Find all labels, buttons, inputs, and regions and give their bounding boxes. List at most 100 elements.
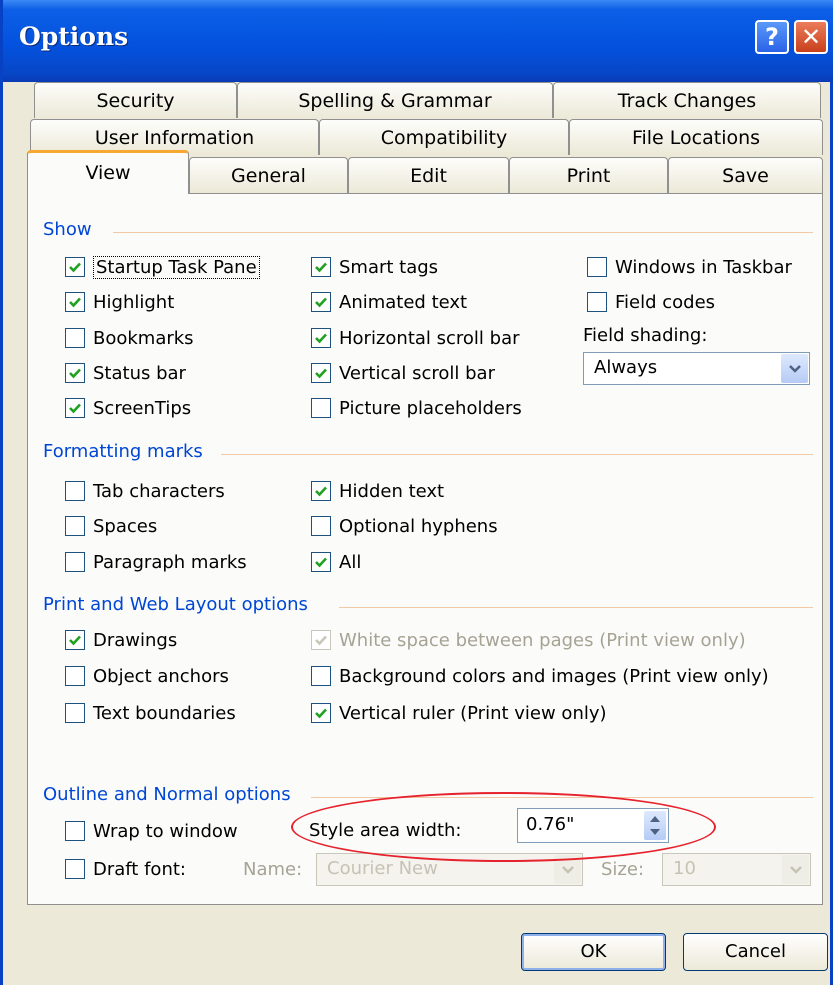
checkbox-box[interactable] xyxy=(587,257,607,277)
background-colors-images-checkbox[interactable]: Background colors and images (Print view… xyxy=(311,663,769,689)
status-bar-checkbox[interactable]: Status bar xyxy=(65,360,186,386)
wrap-to-window-checkbox[interactable]: Wrap to window xyxy=(65,818,238,844)
white-space-between-pages-checkbox[interactable]: White space between pages (Print view on… xyxy=(311,627,746,653)
checkbox-label: Bookmarks xyxy=(93,327,194,349)
checkbox-box[interactable] xyxy=(65,666,85,686)
tab-compatibility[interactable]: Compatibility xyxy=(319,119,569,155)
optional-hyphens-checkbox[interactable]: Optional hyphens xyxy=(311,513,498,539)
checkbox-box[interactable] xyxy=(65,292,85,312)
tab-file-locations[interactable]: File Locations xyxy=(569,119,823,155)
checkbox-box[interactable] xyxy=(65,630,85,650)
checkbox-box[interactable] xyxy=(311,257,331,277)
checkbox-label: Windows in Taskbar xyxy=(615,256,792,278)
checkbox-label: Drawings xyxy=(93,629,178,651)
checkbox-label: Text boundaries xyxy=(93,702,236,724)
checkmark-icon xyxy=(315,368,327,379)
bookmarks-checkbox[interactable]: Bookmarks xyxy=(65,325,194,351)
animated-text-checkbox[interactable]: Animated text xyxy=(311,289,467,315)
checkmark-icon xyxy=(315,635,327,646)
checkmark-icon xyxy=(315,297,327,308)
tab-spelling-grammar[interactable]: Spelling & Grammar xyxy=(237,82,553,118)
highlight-checkbox[interactable]: Highlight xyxy=(65,289,174,315)
horizontal-scroll-bar-checkbox[interactable]: Horizontal scroll bar xyxy=(311,325,520,351)
checkbox-box[interactable] xyxy=(65,821,85,841)
checkbox-box[interactable] xyxy=(65,516,85,536)
smart-tags-checkbox[interactable]: Smart tags xyxy=(311,254,438,280)
checkbox-box[interactable] xyxy=(311,292,331,312)
tab-save[interactable]: Save xyxy=(668,157,823,193)
draft-font-name-value: Courier New xyxy=(327,858,438,879)
checkbox-box[interactable] xyxy=(311,328,331,348)
checkbox-box[interactable] xyxy=(311,552,331,572)
hidden-text-checkbox[interactable]: Hidden text xyxy=(311,478,444,504)
chevron-down-icon[interactable] xyxy=(554,855,581,884)
windows-in-taskbar-checkbox[interactable]: Windows in Taskbar xyxy=(587,254,792,280)
object-anchors-checkbox[interactable]: Object anchors xyxy=(65,663,229,689)
screentips-checkbox[interactable]: ScreenTips xyxy=(65,395,191,421)
outline-group-heading: Outline and Normal options xyxy=(43,784,301,805)
checkmark-icon xyxy=(315,557,327,568)
formatting-group-heading: Formatting marks xyxy=(43,441,213,462)
tab-track-changes[interactable]: Track Changes xyxy=(553,82,821,118)
checkbox-box[interactable] xyxy=(65,552,85,572)
tab-edit[interactable]: Edit xyxy=(348,157,509,193)
style-area-width-spinner[interactable]: 0.76" xyxy=(517,808,669,843)
checkbox-label: Horizontal scroll bar xyxy=(339,327,520,349)
spaces-checkbox[interactable]: Spaces xyxy=(65,513,157,539)
checkbox-label: Draft font: xyxy=(93,858,186,880)
vertical-ruler-checkbox[interactable]: Vertical ruler (Print view only) xyxy=(311,700,607,726)
field-codes-checkbox[interactable]: Field codes xyxy=(587,289,715,315)
checkbox-box[interactable] xyxy=(65,703,85,723)
checkbox-box[interactable] xyxy=(311,363,331,383)
tab-security[interactable]: Security xyxy=(34,82,237,118)
checkbox-label: White space between pages (Print view on… xyxy=(339,629,746,651)
chevron-down-icon[interactable] xyxy=(781,354,808,383)
field-shading-value: Always xyxy=(594,357,658,378)
tab-print[interactable]: Print xyxy=(509,157,668,193)
spin-updown-icon[interactable] xyxy=(644,811,666,840)
checkbox-label: All xyxy=(339,551,362,573)
checkbox-box[interactable] xyxy=(311,630,331,650)
drawings-checkbox[interactable]: Drawings xyxy=(65,627,177,653)
checkbox-box[interactable] xyxy=(65,859,85,879)
checkbox-box[interactable] xyxy=(65,481,85,501)
checkbox-box[interactable] xyxy=(311,516,331,536)
draft-font-checkbox[interactable]: Draft font: xyxy=(65,856,186,882)
startup-task-pane-checkbox[interactable]: Startup Task Pane xyxy=(65,254,260,280)
title-bar[interactable]: Options ? ✕ xyxy=(3,0,833,82)
vertical-scroll-bar-checkbox[interactable]: Vertical scroll bar xyxy=(311,360,495,386)
tab-view[interactable]: View xyxy=(27,150,189,194)
tab-general[interactable]: General xyxy=(189,157,348,193)
checkbox-label: Object anchors xyxy=(93,665,229,687)
field-shading-select[interactable]: Always xyxy=(583,352,810,385)
checkbox-label: Status bar xyxy=(93,362,186,384)
help-button[interactable]: ? xyxy=(755,20,789,54)
chevron-down-icon[interactable] xyxy=(782,855,809,884)
checkbox-box[interactable] xyxy=(65,328,85,348)
checkmark-icon xyxy=(315,486,327,497)
checkbox-box[interactable] xyxy=(311,398,331,418)
close-button[interactable]: ✕ xyxy=(794,20,828,54)
tab-characters-checkbox[interactable]: Tab characters xyxy=(65,478,225,504)
checkmark-icon xyxy=(69,297,81,308)
text-boundaries-checkbox[interactable]: Text boundaries xyxy=(65,700,236,726)
checkbox-box[interactable] xyxy=(65,257,85,277)
checkbox-box[interactable] xyxy=(65,363,85,383)
checkbox-box[interactable] xyxy=(65,398,85,418)
formatting-group-rule xyxy=(221,454,813,455)
draft-font-name-select[interactable]: Courier New xyxy=(316,853,583,886)
cancel-button[interactable]: Cancel xyxy=(683,933,828,971)
checkbox-label: Vertical scroll bar xyxy=(339,362,495,384)
all-checkbox[interactable]: All xyxy=(311,549,361,575)
checkbox-label: Smart tags xyxy=(339,256,439,278)
draft-font-size-select[interactable]: 10 xyxy=(662,853,811,886)
checkbox-box[interactable] xyxy=(587,292,607,312)
checkbox-box[interactable] xyxy=(311,666,331,686)
checkbox-label: Highlight xyxy=(93,291,175,313)
checkmark-icon xyxy=(69,403,81,414)
ok-button[interactable]: OK xyxy=(521,933,666,971)
checkbox-box[interactable] xyxy=(311,703,331,723)
paragraph-marks-checkbox[interactable]: Paragraph marks xyxy=(65,549,247,575)
picture-placeholders-checkbox[interactable]: Picture placeholders xyxy=(311,395,522,421)
checkbox-box[interactable] xyxy=(311,481,331,501)
